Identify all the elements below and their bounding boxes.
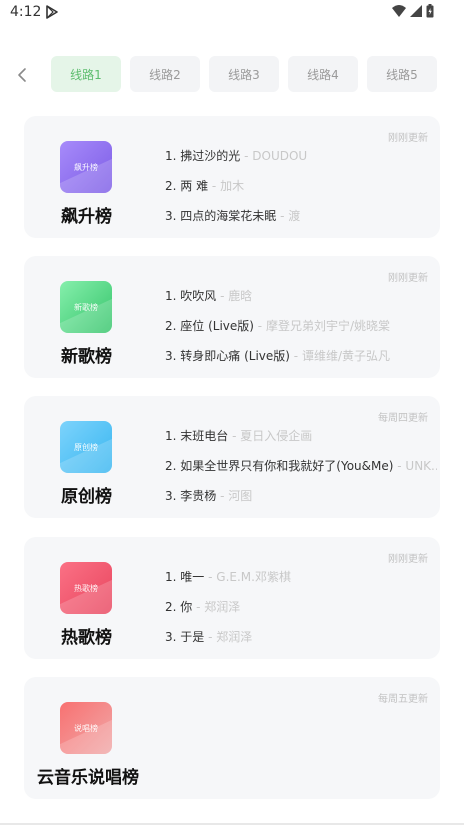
song-title: 转身即心痛 (Live版) — [180, 349, 290, 363]
wifi-icon — [392, 5, 406, 17]
track-item[interactable]: 2. 你 - 郑润泽 — [165, 598, 437, 628]
chart-title: 原创榜 — [61, 487, 112, 507]
back-button[interactable] — [12, 64, 32, 86]
status-time: 4:12 — [10, 4, 42, 20]
cover-text: 飙升榜 — [74, 162, 98, 172]
artist-name: 谭维维/黄子弘凡 — [301, 349, 390, 363]
chart-cover: 原创榜 — [60, 421, 112, 473]
tab-route-1[interactable]: 线路1 — [51, 56, 121, 92]
chart-cover: 热歌榜 — [60, 562, 112, 614]
chart-cover: 飙升榜 — [60, 141, 112, 193]
artist-name: G.E.M.邓紫棋 — [216, 570, 291, 584]
tab-route-5[interactable]: 线路5 — [367, 56, 437, 92]
cover-text: 热歌榜 — [74, 583, 98, 593]
chart-card-soaring[interactable]: 刚刚更新 飙升榜 飙升榜 1. 拂过沙的光 - DOUDOU 2. 两 难 - … — [24, 116, 440, 238]
signal-icon — [410, 5, 422, 17]
update-label: 每周五更新 — [378, 694, 428, 705]
song-title: 李贵杨 — [180, 489, 217, 503]
chevron-left-icon — [18, 68, 26, 82]
song-title: 你 — [180, 600, 193, 614]
track-item[interactable]: 3. 四点的海棠花未眠 - 渡 — [165, 207, 437, 237]
chart-title: 飙升榜 — [61, 207, 112, 227]
tab-route-3[interactable]: 线路3 — [209, 56, 279, 92]
track-item[interactable]: 1. 末班电台 - 夏日入侵企画 — [165, 427, 437, 457]
track-item[interactable]: 1. 唯一 - G.E.M.邓紫棋 — [165, 568, 437, 598]
song-title: 四点的海棠花未眠 — [180, 209, 277, 223]
artist-name: 渡 — [288, 209, 301, 223]
battery-icon — [426, 4, 434, 18]
song-title: 拂过沙的光 — [180, 149, 241, 163]
artist-name: 鹿晗 — [228, 289, 253, 303]
update-label: 每周四更新 — [378, 413, 428, 424]
chart-card-hot-songs[interactable]: 刚刚更新 热歌榜 热歌榜 1. 唯一 - G.E.M.邓紫棋 2. 你 - 郑润… — [24, 537, 440, 659]
status-icons — [392, 4, 434, 18]
track-item[interactable]: 2. 座位 (Live版) - 摩登兄弟刘宇宁/姚晓棠 — [165, 317, 437, 347]
chart-card-new-songs[interactable]: 刚刚更新 新歌榜 新歌榜 1. 吹吹风 - 鹿晗 2. 座位 (Live版) -… — [24, 256, 440, 378]
song-title: 于是 — [180, 630, 205, 644]
tab-route-2[interactable]: 线路2 — [130, 56, 200, 92]
cover-text: 新歌榜 — [74, 302, 98, 312]
song-title: 吹吹风 — [180, 289, 217, 303]
artist-name: 郑润泽 — [204, 600, 241, 614]
artist-name: UNK... — [405, 459, 437, 473]
song-title: 座位 (Live版) — [180, 319, 254, 333]
cover-text: 说唱榜 — [74, 723, 98, 733]
track-item[interactable]: 2. 如果全世界只有你和我就好了(You&Me) - UNK... — [165, 457, 437, 487]
update-label: 刚刚更新 — [388, 273, 428, 284]
artist-name: 郑润泽 — [216, 630, 253, 644]
artist-name: DOUDOU — [252, 149, 308, 163]
track-item[interactable]: 3. 于是 - 郑润泽 — [165, 628, 437, 658]
update-label: 刚刚更新 — [388, 554, 428, 565]
artist-name: 夏日入侵企画 — [240, 429, 313, 443]
cover-text: 原创榜 — [74, 442, 98, 452]
song-title: 两 难 — [180, 179, 209, 193]
song-title: 末班电台 — [180, 429, 229, 443]
track-item[interactable]: 2. 两 难 - 加木 — [165, 177, 437, 207]
chart-card-original[interactable]: 每周四更新 原创榜 原创榜 1. 末班电台 - 夏日入侵企画 2. 如果全世界只… — [24, 396, 440, 518]
track-item[interactable]: 3. 李贵杨 - 河图 — [165, 487, 437, 517]
chart-cover: 新歌榜 — [60, 281, 112, 333]
track-list: 1. 拂过沙的光 - DOUDOU 2. 两 难 - 加木 3. 四点的海棠花未… — [165, 147, 437, 237]
screen: 4:12 线路1 线路2 线路3 线路4 线路5 刚刚更新 飙升榜 飙升榜 1.… — [0, 0, 464, 825]
chart-title: 热歌榜 — [61, 628, 112, 648]
artist-name: 河图 — [228, 489, 253, 503]
tab-route-4[interactable]: 线路4 — [288, 56, 358, 92]
update-label: 刚刚更新 — [388, 133, 428, 144]
track-item[interactable]: 1. 吹吹风 - 鹿晗 — [165, 287, 437, 317]
song-title: 如果全世界只有你和我就好了(You&Me) — [180, 459, 394, 473]
track-list: 1. 唯一 - G.E.M.邓紫棋 2. 你 - 郑润泽 3. 于是 - 郑润泽 — [165, 568, 437, 658]
chart-cover: 说唱榜 — [60, 702, 112, 754]
status-bar: 4:12 — [0, 0, 464, 26]
route-tabs: 线路1 线路2 线路3 线路4 线路5 — [51, 56, 437, 92]
artist-name: 加木 — [220, 179, 245, 193]
chart-title: 云音乐说唱榜 — [37, 768, 139, 788]
song-title: 唯一 — [180, 570, 205, 584]
artist-name: 摩登兄弟刘宇宁/姚晓棠 — [265, 319, 390, 333]
play-store-icon — [46, 5, 58, 19]
track-item[interactable]: 1. 拂过沙的光 - DOUDOU — [165, 147, 437, 177]
chart-title: 新歌榜 — [61, 347, 112, 367]
track-list: 1. 末班电台 - 夏日入侵企画 2. 如果全世界只有你和我就好了(You&Me… — [165, 427, 437, 517]
track-list: 1. 吹吹风 - 鹿晗 2. 座位 (Live版) - 摩登兄弟刘宇宁/姚晓棠 … — [165, 287, 437, 377]
track-item[interactable]: 3. 转身即心痛 (Live版) - 谭维维/黄子弘凡 — [165, 347, 437, 377]
chart-card-rap[interactable]: 每周五更新 说唱榜 云音乐说唱榜 — [24, 677, 440, 799]
